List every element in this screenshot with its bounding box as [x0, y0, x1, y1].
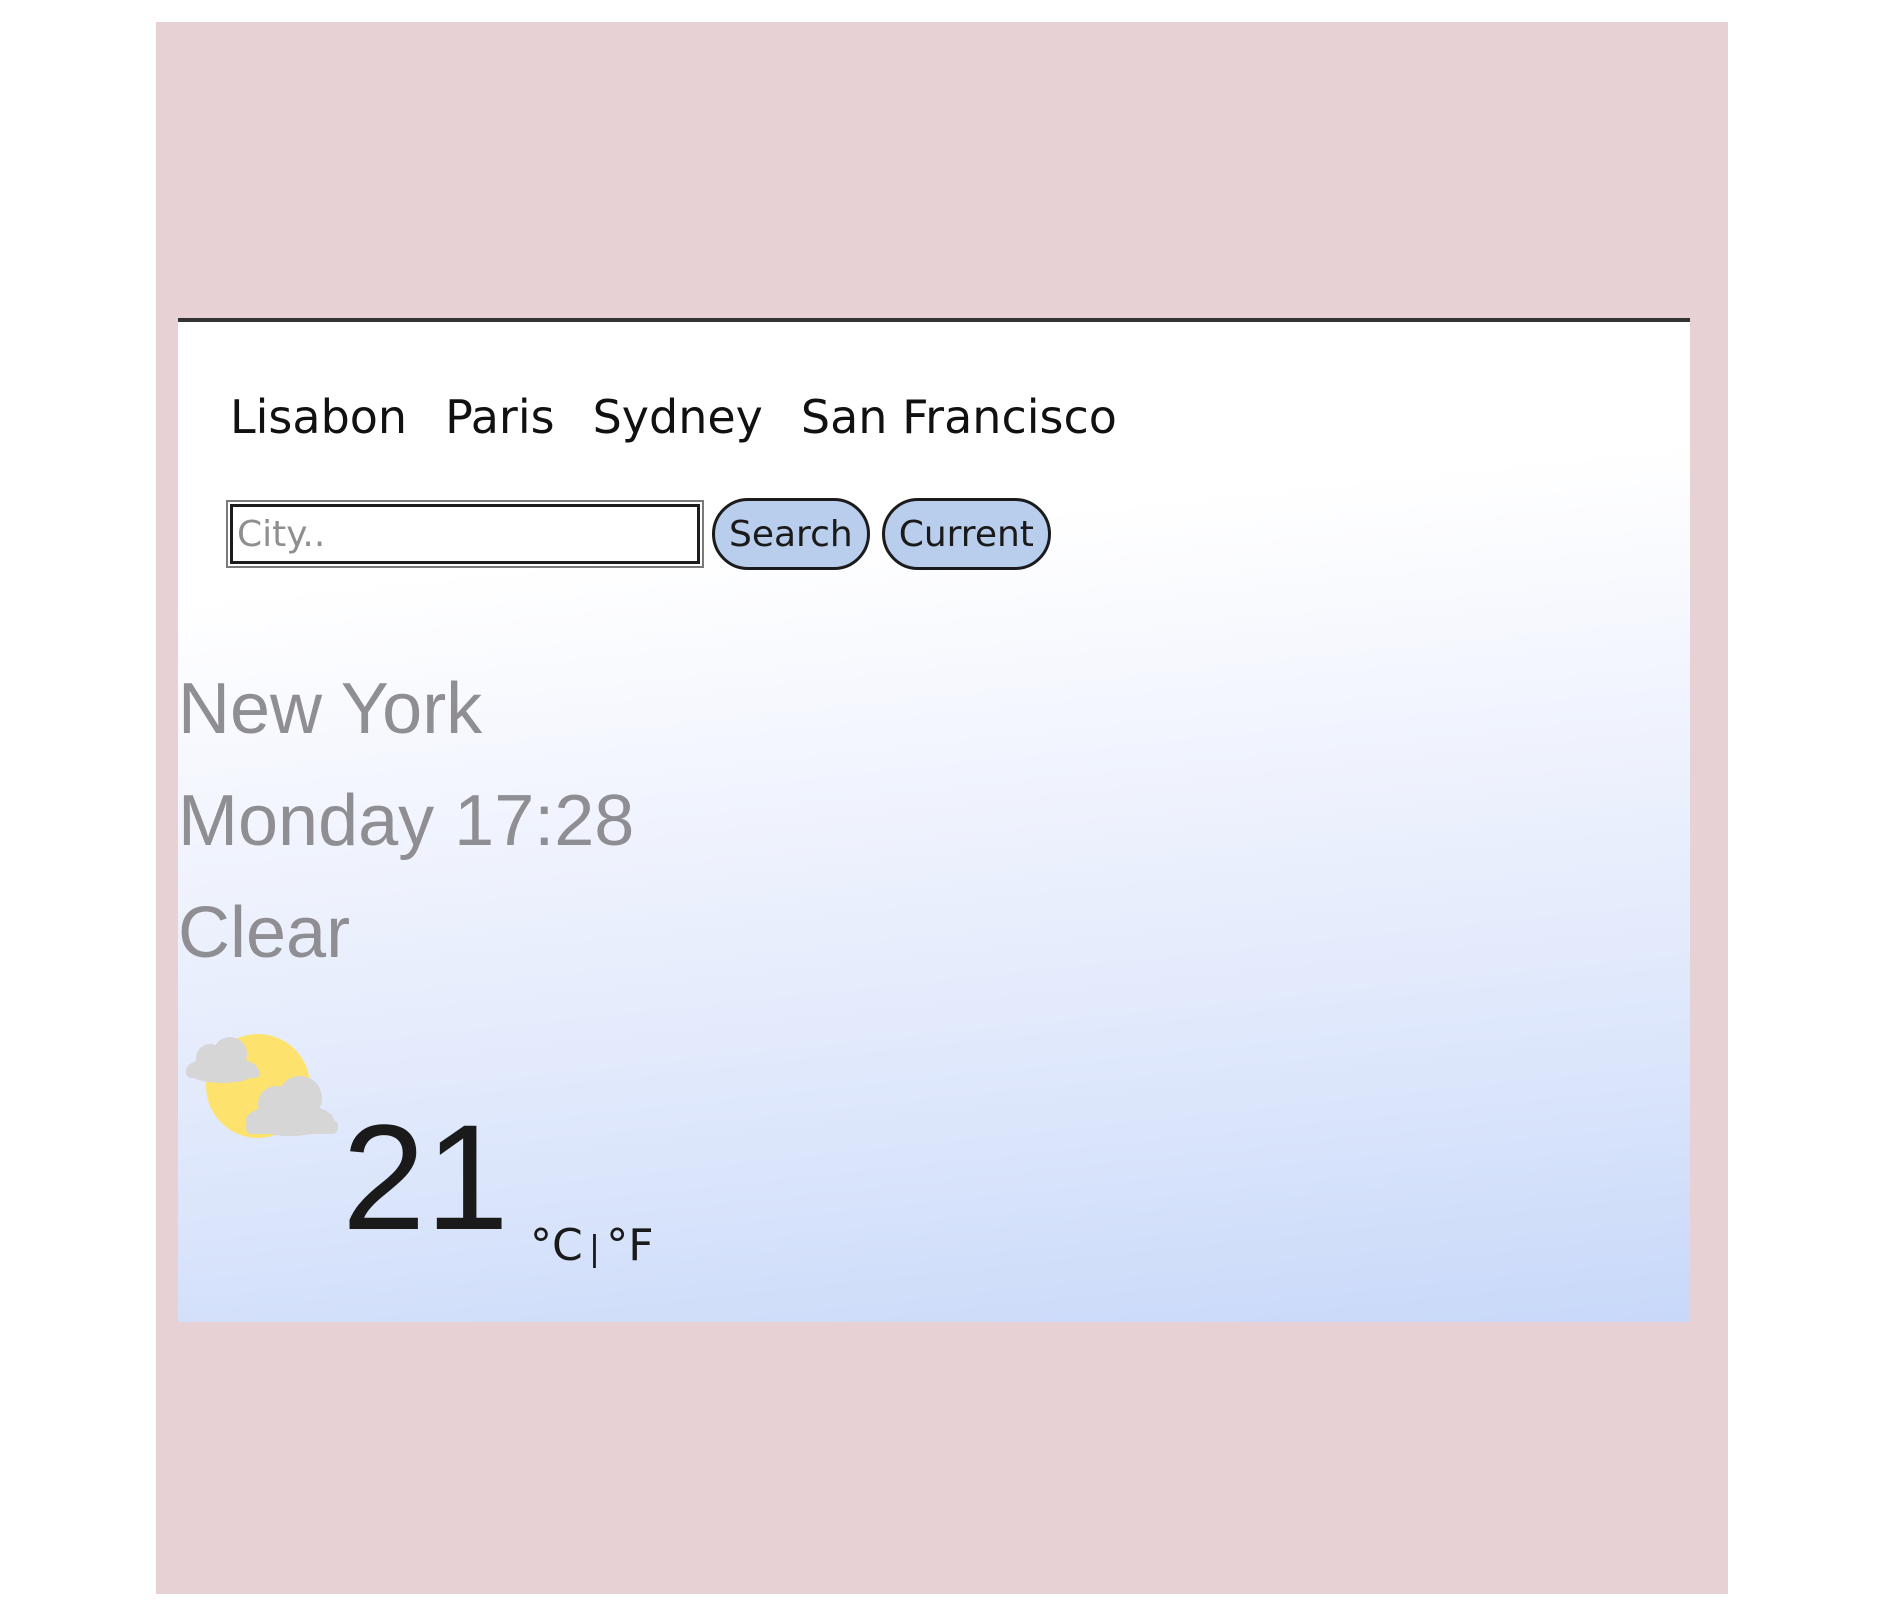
temperature-value: 21: [342, 1093, 509, 1261]
city-link-paris[interactable]: Paris: [445, 390, 555, 444]
city-name: New York: [178, 669, 483, 749]
celsius-link[interactable]: °C: [530, 1220, 583, 1271]
date-time: Monday 17:28: [178, 781, 635, 861]
search-button[interactable]: Search: [712, 498, 870, 570]
city-link-sydney[interactable]: Sydney: [593, 390, 763, 444]
fahrenheit-link[interactable]: °F: [606, 1220, 653, 1271]
city-search-input[interactable]: [226, 500, 704, 568]
unit-separator: |: [588, 1229, 601, 1269]
unit-toggle: °C | °F: [530, 1220, 654, 1271]
sun-behind-clouds-icon: [186, 1034, 338, 1138]
weather-card: Lisabon Paris Sydney San Francisco Searc…: [178, 318, 1690, 1322]
city-link-san-francisco[interactable]: San Francisco: [801, 390, 1117, 444]
city-nav: Lisabon Paris Sydney San Francisco: [230, 390, 1117, 444]
search-form: Search Current: [226, 498, 1051, 570]
city-link-lisabon[interactable]: Lisabon: [230, 390, 407, 444]
app-background: Lisabon Paris Sydney San Francisco Searc…: [156, 22, 1728, 1594]
weather-description: Clear: [178, 893, 351, 973]
current-location-button[interactable]: Current: [881, 498, 1051, 570]
